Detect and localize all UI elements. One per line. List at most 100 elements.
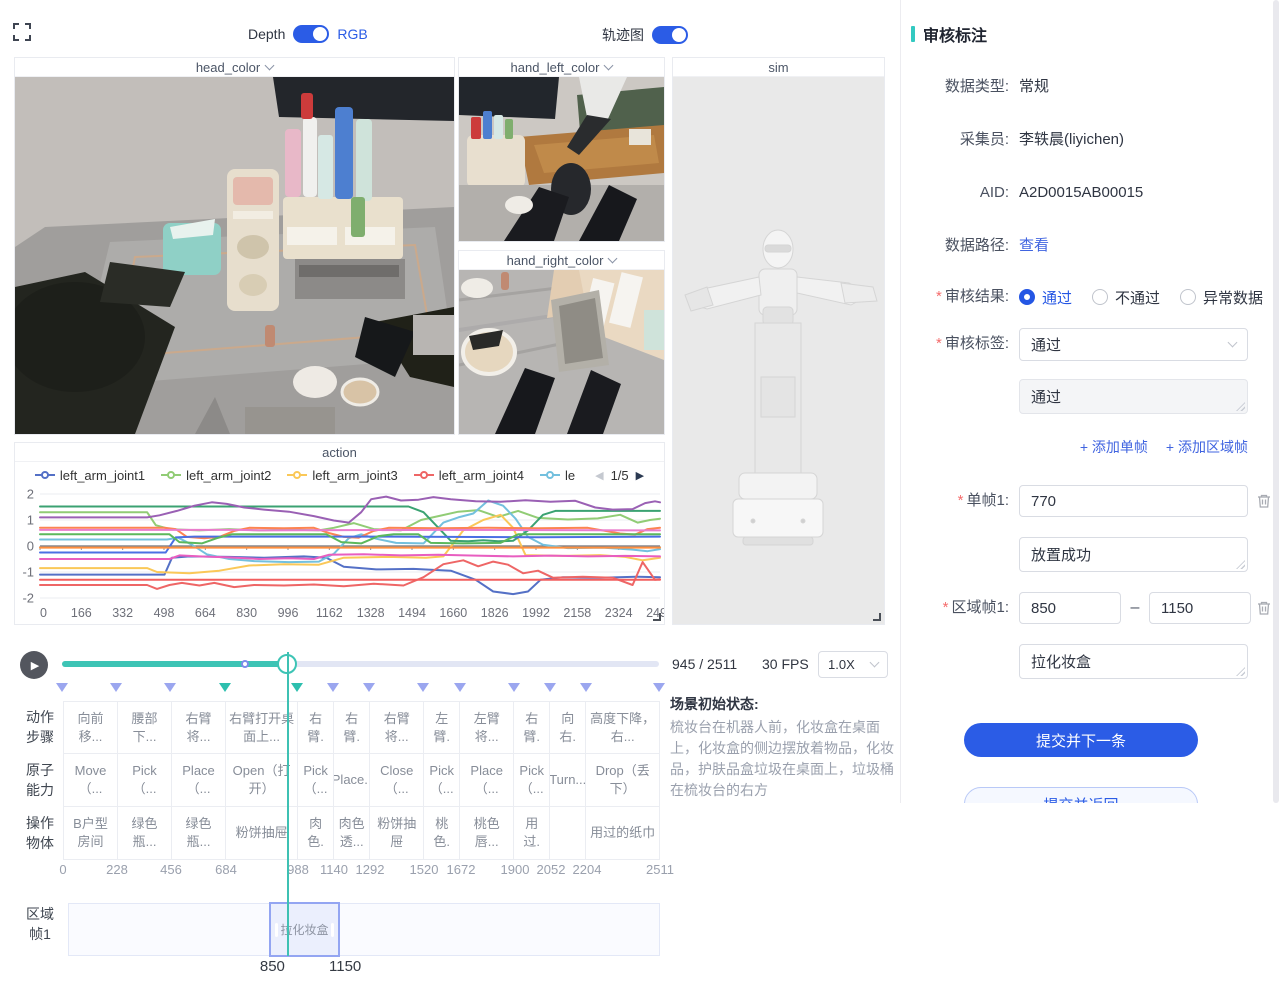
- range-separator: –: [1121, 592, 1149, 624]
- trajectory-switch[interactable]: [652, 26, 688, 44]
- legend-item[interactable]: left_arm_joint2: [161, 468, 271, 483]
- step-axis-tick: 1140: [320, 862, 348, 877]
- step-table: 向前移...Move（...B户型房间腰部下...Pick（...绿色瓶...右…: [63, 701, 660, 860]
- field-region-frame: *区域帧1: 850 – 1150: [901, 592, 1273, 624]
- step-axis-tick: 684: [215, 862, 237, 877]
- legend-item[interactable]: left_arm_joint3: [287, 468, 397, 483]
- field-single-frame-note: 放置成功: [901, 537, 1273, 572]
- resize-grip-icon[interactable]: [653, 613, 661, 621]
- submit-next-button[interactable]: 提交并下一条: [964, 723, 1198, 757]
- review-panel-header: 审核标注: [911, 22, 987, 46]
- step-cell-action: 右臂.: [298, 702, 333, 754]
- resize-grip-icon[interactable]: [873, 613, 881, 621]
- action-chart-panel: action left_arm_joint1 left_arm_joint2 lef…: [14, 442, 665, 625]
- legend-ring-icon: [41, 471, 49, 479]
- radio-option[interactable]: 不通过: [1092, 287, 1160, 308]
- single-frame-note-textarea[interactable]: 放置成功: [1019, 537, 1248, 572]
- region-range-box[interactable]: 拉化妆盒: [269, 902, 340, 957]
- step-cell-ability: Pick（...: [298, 754, 333, 806]
- legend-label: le: [565, 468, 575, 483]
- camera-header-head[interactable]: head_color: [15, 58, 454, 77]
- step-marker-icon: [580, 683, 592, 692]
- step-cell-action: 右臂.: [334, 702, 369, 754]
- legend-ring-icon: [293, 471, 301, 479]
- action-chart-title: action: [15, 443, 664, 462]
- data-path-link[interactable]: 查看: [1019, 230, 1049, 262]
- select-value: 通过: [1031, 334, 1061, 355]
- add-single-frame-link[interactable]: + 添加单帧: [1080, 437, 1148, 457]
- step-axis-tick: 1672: [447, 862, 476, 877]
- x-axis-tick: 332: [112, 606, 133, 620]
- speed-select[interactable]: 1.0X: [818, 651, 888, 678]
- delete-region-frame-icon[interactable]: [1256, 600, 1272, 616]
- textarea-resize-icon[interactable]: [1236, 402, 1245, 411]
- trajectory-label: 轨迹图: [602, 25, 644, 45]
- step-cell-ability: Place..: [334, 754, 369, 806]
- legend-next-icon[interactable]: ▶: [636, 469, 644, 482]
- scene-text: 梳妆台在机器人前，化妆盒在桌面上，化妆盒的侧边摆放着物品，化妆品，护肤品盒垃圾在…: [670, 717, 894, 801]
- rgb-label: RGB: [337, 26, 367, 42]
- textarea-resize-icon[interactable]: [1236, 667, 1245, 676]
- step-cell-object: 绿色瓶...: [172, 807, 225, 859]
- delete-single-frame-icon[interactable]: [1256, 493, 1272, 509]
- camera-panel-hand-right: hand_right_color: [458, 250, 665, 435]
- depth-label: Depth: [248, 26, 285, 42]
- legend-prev-icon[interactable]: ◀: [595, 469, 603, 482]
- radio-option[interactable]: 通过: [1019, 287, 1072, 308]
- camera-panel-sim: sim: [672, 57, 885, 625]
- play-button[interactable]: ▶: [20, 651, 48, 679]
- field-label: *区域帧1:: [901, 592, 1009, 624]
- depth-rgb-switch[interactable]: [293, 25, 329, 43]
- region-start-frame: 850: [260, 958, 285, 975]
- step-column: 左臂.Pick（...桃色.: [424, 702, 460, 859]
- step-marker-icon: [291, 683, 303, 692]
- radio-option[interactable]: 异常数据: [1180, 287, 1263, 308]
- region-end-input[interactable]: 1150: [1149, 592, 1251, 624]
- step-cell-object: 用过.: [514, 807, 549, 859]
- field-single-frame: *单帧1: 770: [901, 485, 1273, 517]
- single-frame-input[interactable]: 770: [1019, 485, 1248, 517]
- fullscreen-icon[interactable]: [12, 22, 32, 42]
- step-cell-object: 用过的纸巾: [586, 807, 659, 859]
- step-marker-icon: [363, 683, 375, 692]
- step-marker-icon: [508, 683, 520, 692]
- field-label: AID:: [901, 177, 1009, 209]
- x-axis-tick: 1660: [439, 606, 467, 620]
- legend-label: left_arm_joint4: [439, 468, 524, 483]
- x-axis-tick: 498: [154, 606, 175, 620]
- timeline-slider[interactable]: [62, 661, 659, 667]
- legend-marker-icon: [287, 474, 307, 476]
- review-result-radio-group: 通过不通过异常数据: [1019, 281, 1263, 313]
- camera-header-hand-right[interactable]: hand_right_color: [459, 251, 664, 270]
- legend-ring-icon: [167, 471, 175, 479]
- camera-header-hand-left[interactable]: hand_left_color: [459, 58, 664, 77]
- region-start-input[interactable]: 850: [1019, 592, 1121, 624]
- fps-label: 30 FPS: [762, 656, 809, 672]
- submit-back-button[interactable]: 提交并返回: [964, 787, 1198, 803]
- step-cell-action: 左臂.: [424, 702, 459, 754]
- review-tag-select[interactable]: 通过: [1019, 328, 1248, 361]
- scene-initial-state: 场景初始状态: 梳妆台在机器人前，化妆盒在桌面上，化妆盒的侧边摆放着物品，化妆品…: [670, 694, 894, 801]
- chevron-down-icon: [265, 60, 275, 70]
- step-marker-icon: [653, 683, 665, 692]
- scrollbar-thumb[interactable]: [1273, 0, 1279, 803]
- textarea-resize-icon[interactable]: [1236, 560, 1245, 569]
- chart-plot-area: 210-1-2016633249866483099611621328149416…: [15, 488, 664, 624]
- region-handle-right[interactable]: [331, 923, 334, 937]
- x-axis-tick: 2324: [605, 606, 633, 620]
- step-cell-ability: Pick（...: [118, 754, 171, 806]
- add-region-frame-link[interactable]: + 添加区域帧: [1166, 437, 1248, 457]
- tag-note-textarea[interactable]: 通过: [1019, 379, 1248, 414]
- field-review-tag: *审核标签: 通过: [901, 328, 1273, 361]
- region-handle-left[interactable]: [275, 923, 278, 937]
- step-marker-icon: [454, 683, 466, 692]
- legend-item[interactable]: left_arm_joint1: [35, 468, 145, 483]
- step-cell-ability: Move（...: [64, 754, 117, 806]
- step-cell-action: 腰部下...: [118, 702, 171, 754]
- playhead-line: [287, 652, 289, 956]
- legend-item[interactable]: left_arm_joint4: [414, 468, 524, 483]
- legend-item[interactable]: le: [540, 468, 575, 483]
- step-marker-icon: [219, 683, 231, 692]
- step-axis-tick: 1520: [410, 862, 439, 877]
- region-frame-note-textarea[interactable]: 拉化妆盒: [1019, 644, 1248, 679]
